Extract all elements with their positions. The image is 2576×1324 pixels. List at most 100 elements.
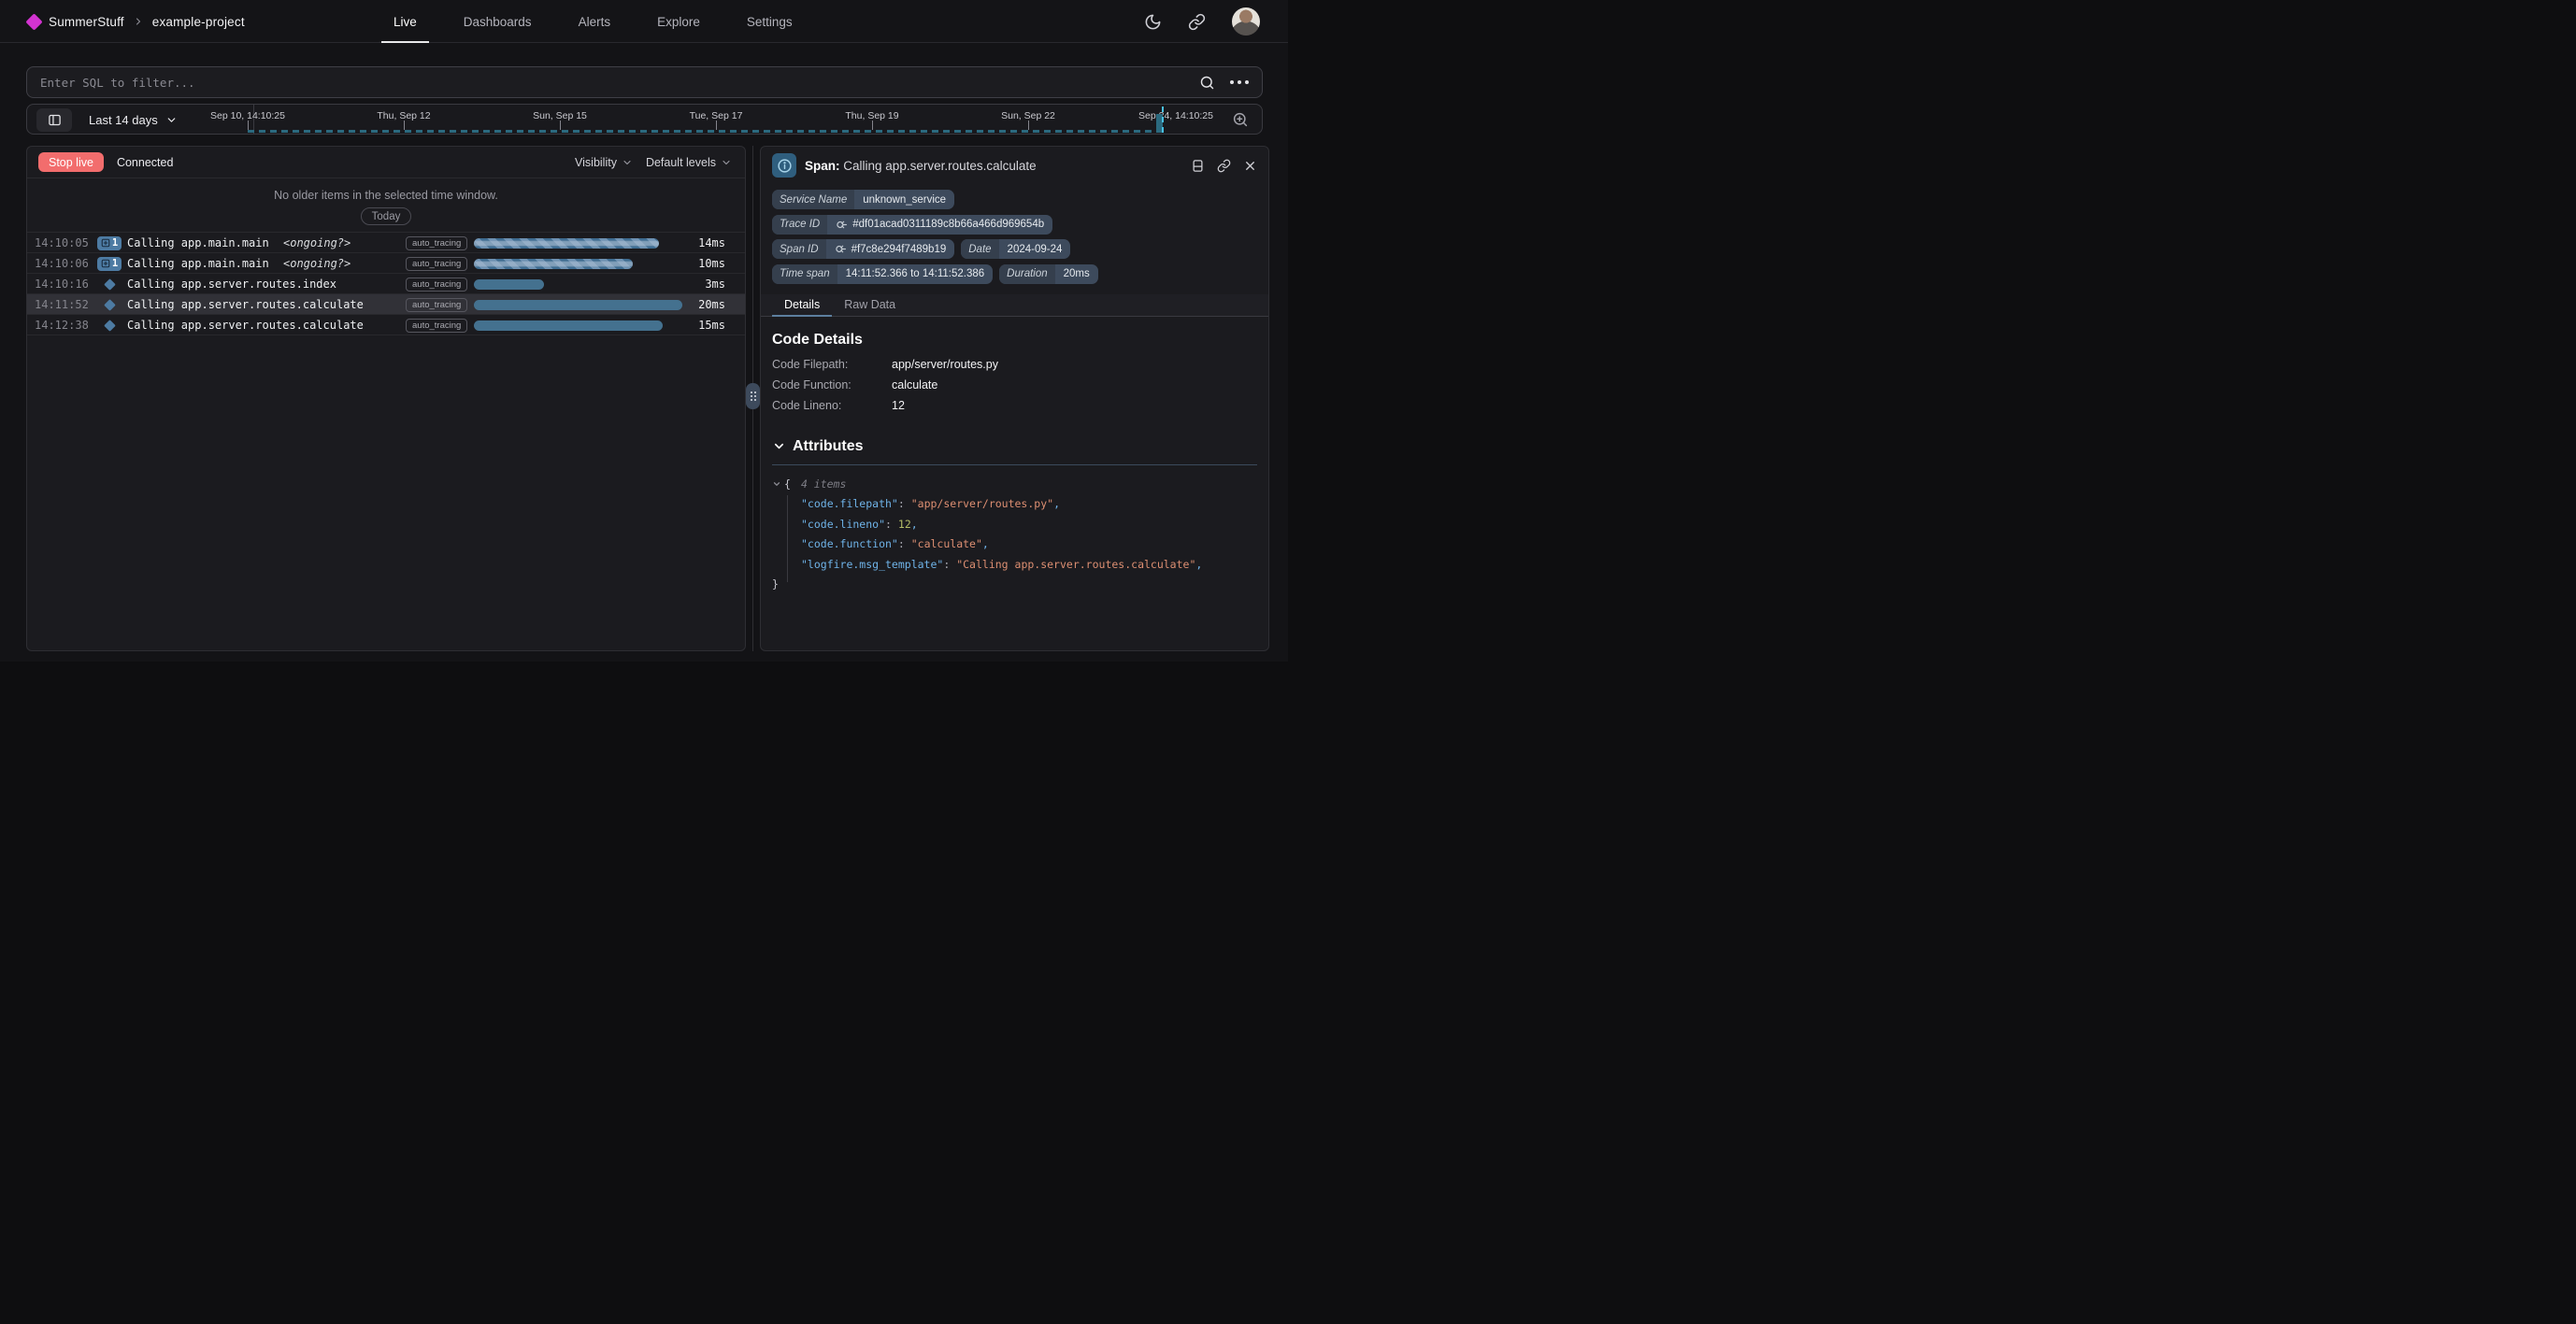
span-row[interactable]: 14:10:06 1 Calling app.main.main <ongoin…	[27, 253, 745, 274]
timeline-tick	[560, 121, 561, 130]
avatar[interactable]	[1232, 7, 1260, 36]
timeline-date: Sep 10, 14:10:25	[210, 110, 285, 121]
tag-auto-tracing[interactable]: auto_tracing	[406, 319, 467, 333]
top-nav: SummerStuff example-project Live Dashboa…	[0, 0, 1288, 43]
attributes-toggle[interactable]: Attributes	[772, 438, 1257, 455]
span-title: Span: Calling app.server.routes.calculat…	[805, 159, 1037, 173]
nav-actions	[1144, 0, 1260, 43]
duration-badge: Duration 20ms	[999, 264, 1098, 284]
time-span-badge: Time span 14:11:52.366 to 14:11:52.386	[772, 264, 993, 284]
drag-handle[interactable]	[746, 383, 760, 409]
tab-details[interactable]: Details	[772, 294, 832, 316]
tag-auto-tracing[interactable]: auto_tracing	[406, 278, 467, 292]
service-name-badge: Service Name unknown_service	[772, 190, 954, 209]
tag-auto-tracing[interactable]: auto_tracing	[406, 298, 467, 312]
detail-tabs: Details Raw Data	[761, 294, 1268, 317]
zoom-in-icon[interactable]	[1232, 111, 1249, 128]
stop-live-button[interactable]: Stop live	[38, 152, 104, 172]
timeline-tick	[1028, 121, 1029, 130]
sql-filter-input[interactable]	[27, 67, 1199, 97]
panel-resize-divider	[746, 146, 760, 651]
tab-live[interactable]: Live	[370, 0, 440, 43]
span-message: Calling app.server.routes.calculate	[127, 298, 364, 311]
timeline-date: Thu, Sep 12	[377, 110, 430, 121]
info-icon	[772, 153, 796, 178]
span-timestamp: 14:12:38	[35, 319, 89, 332]
duration-bar	[474, 300, 682, 310]
ellipsis-icon[interactable]	[1230, 80, 1249, 84]
span-duration: 15ms	[698, 319, 725, 332]
timeline-tick	[872, 121, 873, 130]
duration-bar	[474, 238, 659, 249]
link-icon[interactable]	[1188, 13, 1206, 31]
span-timestamp: 14:10:06	[35, 257, 89, 270]
today-button[interactable]: Today	[361, 207, 412, 225]
span-message: Calling app.server.routes.index	[127, 278, 336, 291]
tab-raw-data[interactable]: Raw Data	[832, 294, 908, 316]
empty-window-notice: No older items in the selected time wind…	[27, 178, 745, 233]
diamond-icon	[104, 299, 116, 311]
timeline-tick	[716, 121, 717, 130]
span-id-badge[interactable]: Span ID #f7c8e294f7489b19	[772, 239, 954, 259]
child-count-badge[interactable]: 1	[97, 257, 122, 271]
app-window: SummerStuff example-project Live Dashboa…	[0, 0, 1288, 662]
code-lineno-row: Code Lineno: 12	[772, 399, 1257, 410]
span-row[interactable]: 14:12:38 Calling app.server.routes.calcu…	[27, 315, 745, 335]
span-row-selected[interactable]: 14:11:52 Calling app.server.routes.calcu…	[27, 294, 745, 315]
moon-icon[interactable]	[1144, 13, 1162, 31]
child-count-badge[interactable]: 1	[97, 236, 122, 250]
duration-bar	[474, 279, 544, 290]
live-feed-panel: Stop live Connected Visibility Default l…	[26, 146, 746, 651]
span-message: Calling app.main.main	[127, 236, 269, 249]
plus-square-icon	[101, 238, 110, 248]
split-view-icon[interactable]	[1191, 159, 1205, 173]
link-icon[interactable]	[1217, 159, 1231, 173]
tag-auto-tracing[interactable]: auto_tracing	[406, 257, 467, 271]
diamond-icon	[104, 320, 116, 332]
tab-dashboards[interactable]: Dashboards	[440, 0, 555, 43]
json-close-line: }	[772, 575, 1257, 595]
span-meta-badges: Service Name unknown_service Trace ID #d…	[761, 184, 1268, 284]
main-content: Stop live Connected Visibility Default l…	[26, 146, 1269, 651]
breadcrumb-org[interactable]: SummerStuff	[49, 15, 124, 29]
visibility-dropdown[interactable]: Visibility	[575, 156, 633, 169]
span-row[interactable]: 14:10:05 1 Calling app.main.main <ongoin…	[27, 233, 745, 253]
code-filepath-row: Code Filepath: app/server/routes.py	[772, 358, 1257, 369]
tab-explore[interactable]: Explore	[634, 0, 723, 43]
json-root-line[interactable]: { 4 items	[772, 475, 1257, 495]
span-message: Calling app.main.main	[127, 257, 269, 270]
tab-alerts[interactable]: Alerts	[555, 0, 635, 43]
span-duration: 10ms	[698, 257, 725, 270]
attributes-divider	[772, 464, 1257, 465]
span-timestamp: 14:10:05	[35, 236, 89, 249]
json-indent-guide	[787, 495, 788, 582]
timeline-date: Sun, Sep 15	[533, 110, 587, 121]
code-function-row: Code Function: calculate	[772, 378, 1257, 390]
breadcrumb: SummerStuff example-project	[28, 0, 245, 43]
trace-id-badge[interactable]: Trace ID #df01acad0311189c8b66a466d96965…	[772, 215, 1052, 235]
default-levels-dropdown[interactable]: Default levels	[646, 156, 732, 169]
timeline-date: Sep 24, 14:10:25	[1138, 110, 1213, 121]
empty-message: No older items in the selected time wind…	[27, 178, 745, 202]
tab-settings[interactable]: Settings	[723, 0, 816, 43]
chevron-down-icon	[772, 439, 786, 453]
panel-toggle-icon[interactable]	[36, 108, 72, 132]
connection-status: Connected	[117, 156, 173, 169]
diamond-icon	[104, 278, 116, 291]
span-duration: 20ms	[698, 298, 725, 311]
timeline-bar: Last 14 days Sep 10, 14:10:25 Thu, Sep 1…	[26, 104, 1263, 135]
timeline-histogram[interactable]	[248, 130, 1164, 133]
breadcrumb-project[interactable]: example-project	[152, 15, 245, 29]
time-range-label: Last 14 days	[89, 113, 158, 127]
close-icon[interactable]	[1243, 159, 1257, 173]
timeline-tick	[248, 121, 249, 130]
chevron-right-icon	[133, 16, 144, 27]
span-row[interactable]: 14:10:16 Calling app.server.routes.index…	[27, 274, 745, 294]
time-range-dropdown[interactable]: Last 14 days	[89, 105, 178, 135]
tag-auto-tracing[interactable]: auto_tracing	[406, 236, 467, 250]
chevron-down-icon	[165, 114, 178, 126]
span-duration: 3ms	[705, 278, 725, 291]
date-badge: Date 2024-09-24	[961, 239, 1070, 259]
search-icon[interactable]	[1199, 75, 1215, 91]
timeline-tick	[404, 121, 405, 130]
